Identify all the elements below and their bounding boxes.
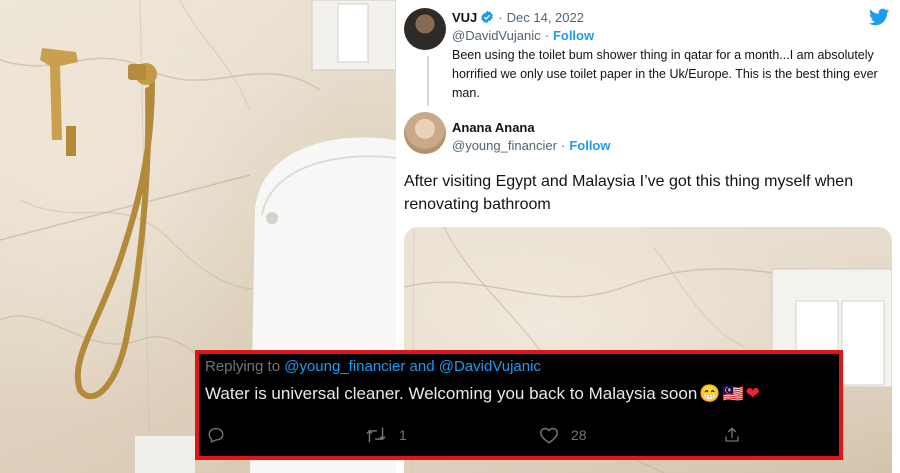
- tweet2-handle[interactable]: @young_financier: [452, 138, 557, 153]
- malaysia-flag-emoji: 🇲🇾: [722, 384, 744, 403]
- grinning-emoji: 😁: [699, 384, 721, 403]
- reply-body: Water is universal cleaner. Welcoming yo…: [205, 384, 698, 403]
- tweet2-author-name[interactable]: Anana Anana: [452, 120, 535, 135]
- replying-to-handles[interactable]: @young_financier and @DavidVujanic: [284, 358, 541, 375]
- like-button[interactable]: 28: [539, 426, 587, 444]
- replying-to-prefix: Replying to: [205, 358, 281, 375]
- twitter-bird-icon[interactable]: [868, 6, 890, 28]
- retweet-icon: [366, 427, 386, 443]
- reply-button[interactable]: [207, 426, 225, 444]
- replying-to: Replying to @young_financier and @DavidV…: [205, 358, 541, 375]
- tweet1-follow-separator: ·: [544, 27, 549, 43]
- tweet1-separator: ·: [498, 9, 503, 25]
- tweet1-author-name[interactable]: VUJ: [452, 10, 477, 25]
- reply-icon: [208, 427, 224, 443]
- retweet-count: 1: [399, 427, 407, 443]
- tweet1-handle[interactable]: @DavidVujanic: [452, 28, 541, 43]
- thread-connector: [427, 56, 429, 106]
- tweet1-follow-button[interactable]: Follow: [553, 28, 594, 43]
- reply-actions: 1 28: [199, 426, 839, 452]
- tweet1-date[interactable]: Dec 14, 2022: [507, 10, 584, 25]
- verified-icon: [481, 10, 494, 24]
- like-icon: [540, 427, 558, 444]
- heart-emoji: ❤: [745, 384, 760, 403]
- avatar[interactable]: [404, 8, 446, 50]
- share-icon: [725, 427, 739, 442]
- reply-text: Water is universal cleaner. Welcoming yo…: [205, 384, 760, 404]
- tweet2-text: After visiting Egypt and Malaysia I’ve g…: [404, 173, 854, 213]
- retweet-button[interactable]: 1: [365, 426, 407, 444]
- tweet2-follow-button[interactable]: Follow: [569, 138, 610, 153]
- share-button[interactable]: [723, 426, 741, 444]
- highlighted-reply: Replying to @young_financier and @DavidV…: [195, 350, 843, 460]
- like-count: 28: [571, 427, 587, 443]
- tweet2-separator: ·: [560, 137, 566, 153]
- avatar[interactable]: [404, 112, 446, 154]
- tweet1-text: Been using the toilet bum shower thing i…: [452, 48, 878, 100]
